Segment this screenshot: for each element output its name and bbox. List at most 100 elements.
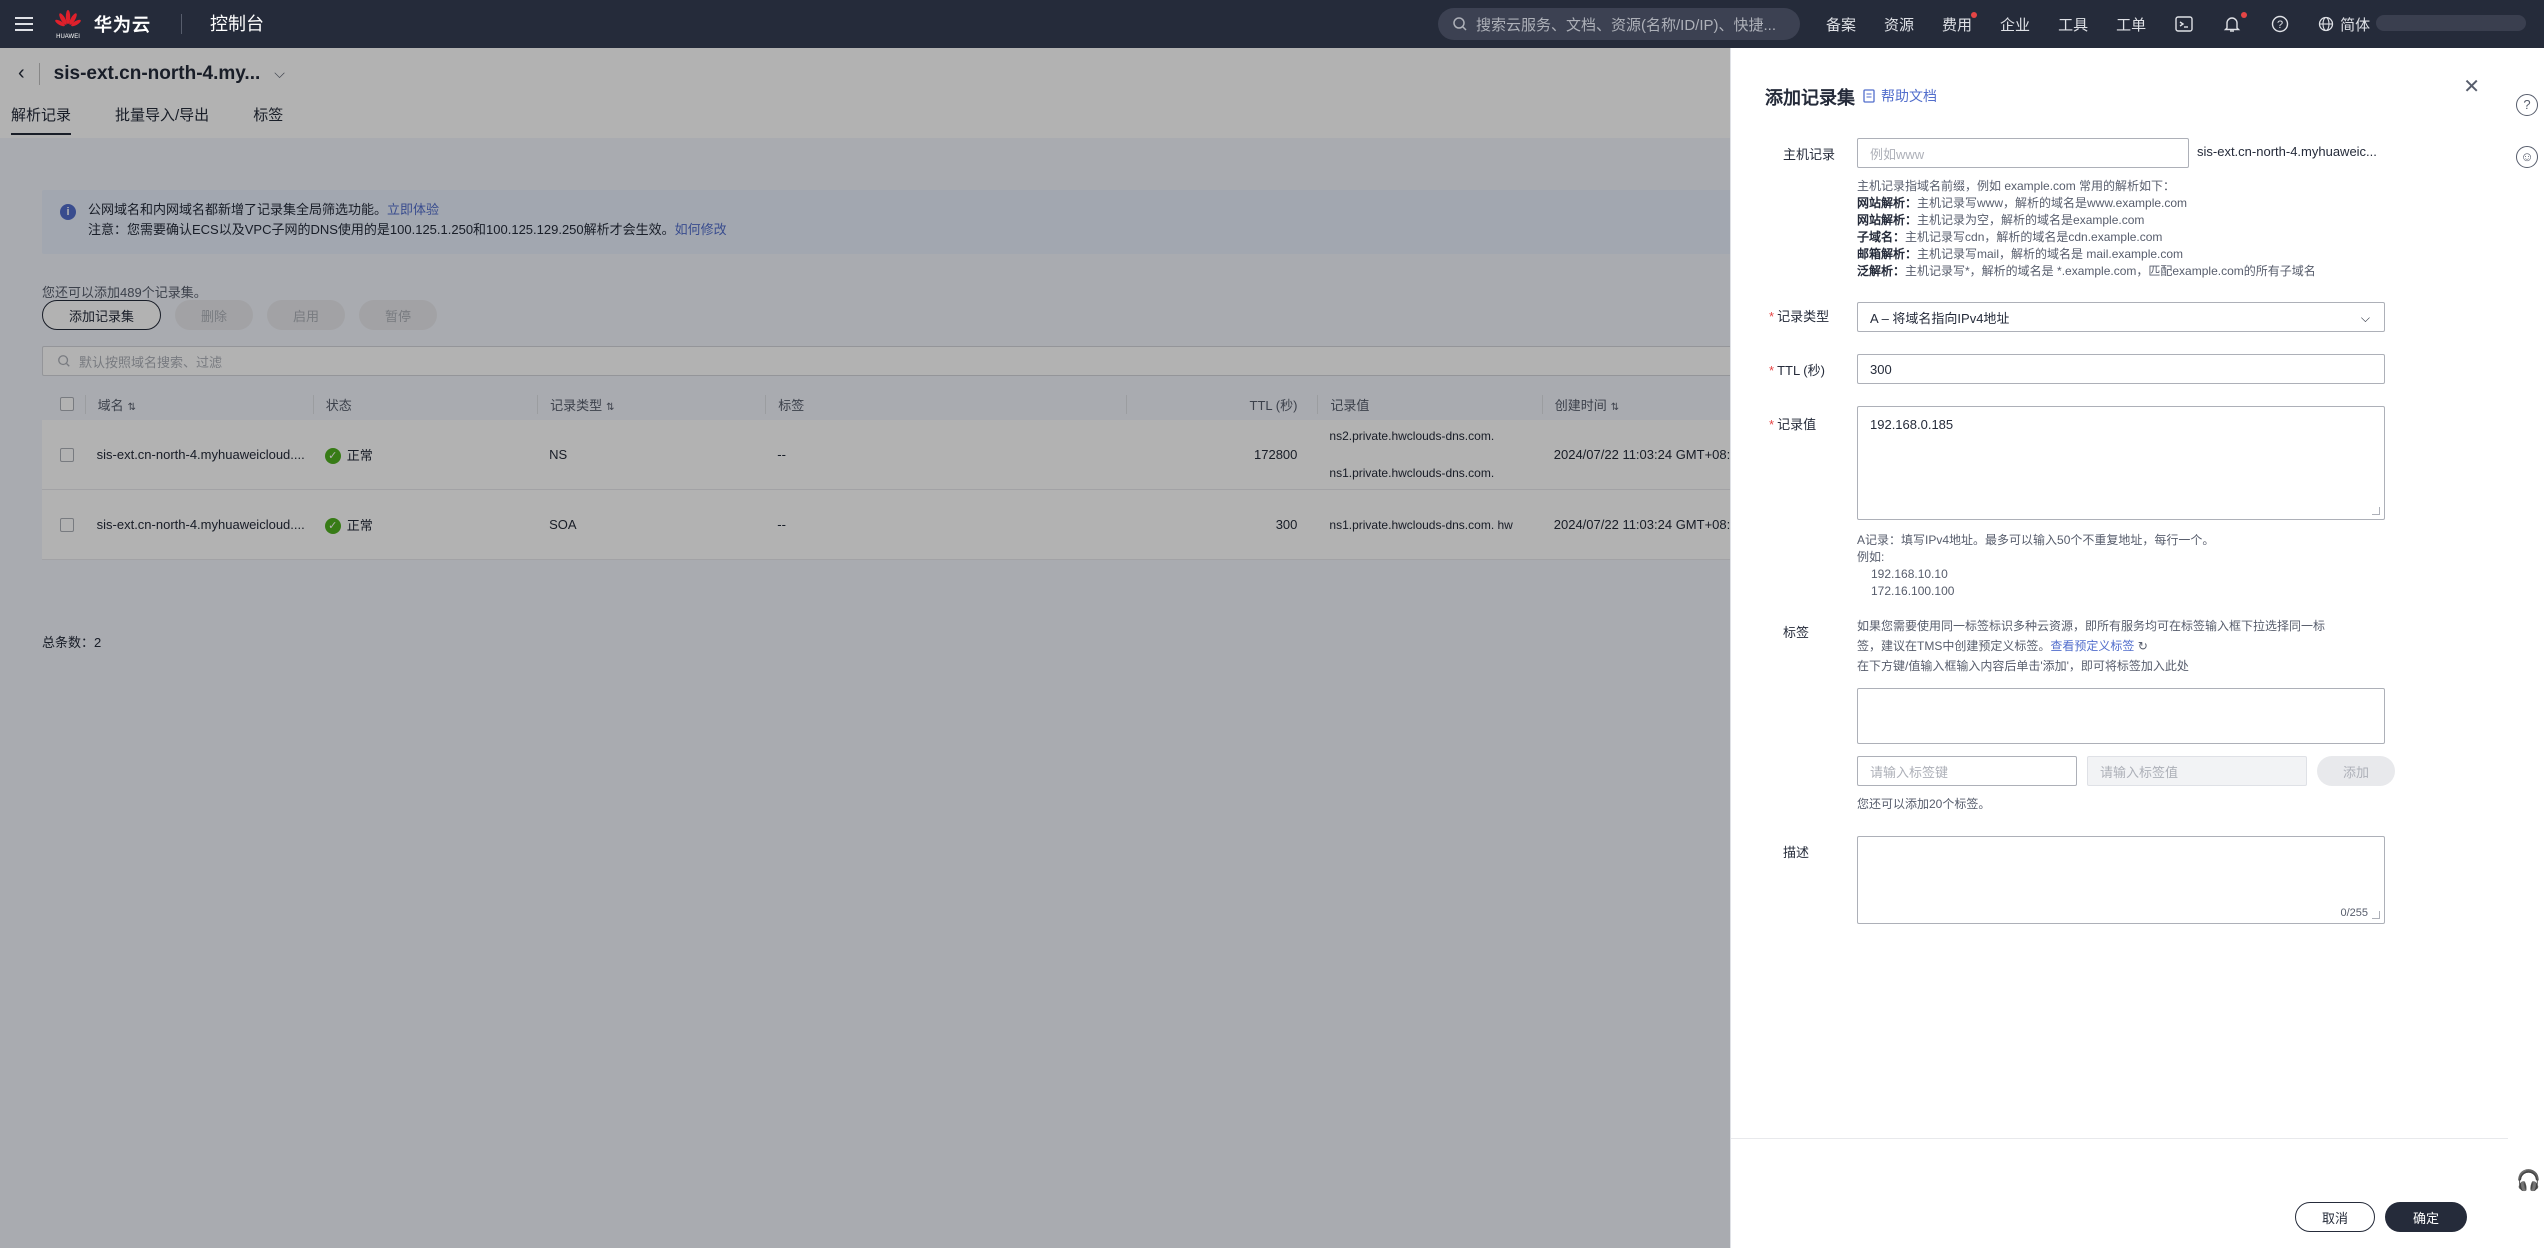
brand-name: 华为云: [94, 15, 151, 35]
host-hint-intro: 主机记录指域名前缀，例如 example.com 常用的解析如下：: [1857, 179, 2176, 193]
host-record-placeholder: 例如www: [1870, 146, 1925, 162]
host-hint-key: 邮箱解析：: [1857, 247, 1918, 261]
tags-hint-2: 签，建议在TMS中创建预定义标签。: [1857, 639, 2051, 653]
tags-label: 标签: [1783, 625, 1810, 640]
record-value-label: * 记录值: [1769, 414, 1816, 433]
nav-link-resources[interactable]: 资源: [1884, 14, 1914, 35]
top-links: 备案 资源 费用 企业 工具 工单 ? 简体: [1826, 0, 2370, 48]
host-hint-key: 网站解析：: [1857, 196, 1918, 210]
console-link[interactable]: 控制台: [181, 14, 264, 34]
language-label: 简体: [2340, 16, 2371, 34]
host-hint-value: 主机记录写www，解析的域名是www.example.com: [1917, 196, 2188, 210]
resize-handle-icon[interactable]: [2372, 507, 2380, 515]
document-icon: [1863, 89, 1875, 103]
tag-value-placeholder: 请输入标签值: [2100, 764, 2179, 780]
drawer-footer-divider: [1731, 1138, 2509, 1139]
host-hint-value: 主机记录为空，解析的域名是example.com: [1917, 213, 2145, 227]
top-navbar: HUAWEI 华为云 控制台 搜索云服务、文档、资源(名称/ID/IP)、快捷.…: [0, 0, 2544, 48]
required-mark: *: [1769, 363, 1775, 378]
tags-hint-3: 在下方键/值输入框输入内容后单击'添加'，即可将标签加入此处: [1857, 659, 2189, 673]
help-icon[interactable]: ?: [2270, 14, 2290, 34]
globe-icon: [2318, 16, 2334, 32]
bell-notification-dot: [2241, 12, 2248, 18]
nav-link-tools[interactable]: 工具: [2058, 14, 2088, 35]
notification-dot: [1971, 11, 1978, 18]
char-counter: 0/255: [2340, 907, 2368, 919]
svg-text:?: ?: [2277, 19, 2283, 31]
chevron-down-icon: ⌵: [2360, 311, 2370, 325]
add-record-set-drawer: 添加记录集 帮助文档 ✕ 主机记录 例如www sis-ext.cn-north…: [1730, 48, 2509, 1248]
host-hint-line: 泛解析：主机记录写*，解析的域名是 *.example.com，匹配exampl…: [1857, 263, 2417, 280]
host-hint-value: 主机记录写*，解析的域名是 *.example.com，匹配example.co…: [1905, 264, 2316, 278]
required-mark: *: [1769, 309, 1775, 324]
ttl-value: 300: [1870, 361, 1892, 377]
brand-small-text: HUAWEI: [56, 34, 80, 40]
record-value-label-text: 记录值: [1777, 417, 1817, 432]
tags-hint-1: 如果您需要使用同一标签标识多种云资源，即所有服务均可在标签输入框下拉选择同一标: [1857, 619, 2326, 633]
record-value-hint-2: 例如:: [1857, 550, 1885, 564]
record-type-value: A – 将域名指向IPv4地址: [1870, 310, 2010, 326]
smiley-icon[interactable]: ☺: [2516, 146, 2538, 168]
close-icon[interactable]: ✕: [2463, 74, 2480, 99]
ttl-label: * TTL (秒): [1769, 360, 1825, 379]
host-hint-value: 主机记录写mail，解析的域名是 mail.example.com: [1917, 247, 2184, 261]
utility-rail: ? ☺ 🎧: [2508, 48, 2544, 1248]
host-hint-key: 泛解析：: [1857, 264, 1906, 278]
record-value-text: 192.168.0.185: [1870, 417, 1954, 432]
record-type-label: * 记录类型: [1769, 306, 1829, 325]
record-value-hint-1: A记录：填写IPv4地址。最多可以输入50个不重复地址，每行一个。: [1857, 533, 2215, 547]
modal-backdrop[interactable]: [0, 48, 1730, 1248]
tag-value-input[interactable]: 请输入标签值: [2087, 756, 2307, 786]
tags-hint: 如果您需要使用同一标签标识多种云资源，即所有服务均可在标签输入框下拉选择同一标 …: [1857, 616, 2397, 676]
bell-icon[interactable]: [2222, 12, 2248, 34]
drawer-title: 添加记录集: [1765, 88, 1855, 108]
tags-quota: 您还可以添加20个标签。: [1857, 797, 1991, 811]
host-hint-key: 子域名：: [1857, 230, 1906, 244]
tag-key-placeholder: 请输入标签键: [1870, 764, 1949, 780]
nav-link-enterprise[interactable]: 企业: [2000, 14, 2030, 35]
host-hint-value: 主机记录写cdn，解析的域名是cdn.example.com: [1905, 230, 2163, 244]
host-record-hint: 主机记录指域名前缀，例如 example.com 常用的解析如下： 网站解析：主…: [1857, 178, 2417, 280]
host-record-label: 主机记录: [1783, 147, 1836, 162]
terminal-icon[interactable]: [2174, 14, 2194, 34]
domain-suffix: sis-ext.cn-north-4.myhuaweic...: [2197, 144, 2377, 159]
nav-link-icp[interactable]: 备案: [1826, 14, 1856, 35]
description-textarea[interactable]: 0/255: [1857, 836, 2385, 924]
ttl-label-text: TTL (秒): [1777, 363, 1825, 378]
predefined-tags-link[interactable]: 查看预定义标签: [2050, 639, 2134, 653]
record-value-textarea[interactable]: 192.168.0.185: [1857, 406, 2385, 520]
nav-link-billing[interactable]: 费用: [1942, 11, 1978, 35]
record-value-hint: A记录：填写IPv4地址。最多可以输入50个不重复地址，每行一个。 例如: 19…: [1857, 532, 2214, 600]
global-search-input[interactable]: 搜索云服务、文档、资源(名称/ID/IP)、快捷...: [1438, 8, 1800, 40]
tag-key-input[interactable]: 请输入标签键: [1857, 756, 2077, 786]
host-hint-key: 网站解析：: [1857, 213, 1918, 227]
add-tag-button[interactable]: 添加: [2317, 756, 2395, 786]
host-hint-line: 网站解析：主机记录为空，解析的域名是example.com: [1857, 212, 2417, 229]
host-hint-line: 网站解析：主机记录写www，解析的域名是www.example.com: [1857, 195, 2417, 212]
ttl-input[interactable]: 300: [1857, 354, 2385, 384]
huawei-logo-icon: HUAWEI: [52, 8, 84, 40]
nav-link-billing-label: 费用: [1942, 16, 1973, 34]
hamburger-menu-icon[interactable]: [0, 0, 48, 48]
help-doc-label: 帮助文档: [1881, 88, 1937, 104]
record-type-select[interactable]: A – 将域名指向IPv4地址 ⌵: [1857, 302, 2385, 332]
description-label: 描述: [1783, 845, 1810, 860]
cancel-button[interactable]: 取消: [2295, 1202, 2375, 1232]
record-value-hint-3: 192.168.10.10: [1871, 567, 1948, 581]
brand-logo[interactable]: HUAWEI 华为云: [52, 8, 151, 40]
record-value-hint-4: 172.16.100.100: [1871, 584, 1955, 598]
host-record-input[interactable]: 例如www: [1857, 138, 2189, 168]
refresh-icon[interactable]: ↻: [2138, 639, 2148, 653]
tags-container[interactable]: [1857, 688, 2385, 744]
help-doc-link[interactable]: 帮助文档: [1863, 86, 1937, 106]
headset-icon[interactable]: 🎧: [2516, 1168, 2541, 1193]
global-search-placeholder: 搜索云服务、文档、资源(名称/ID/IP)、快捷...: [1476, 16, 1777, 34]
record-type-label-text: 记录类型: [1777, 309, 1830, 324]
confirm-button[interactable]: 确定: [2385, 1202, 2467, 1232]
language-switcher[interactable]: 简体: [2318, 14, 2370, 35]
help-icon[interactable]: ?: [2516, 94, 2538, 116]
nav-link-tickets[interactable]: 工单: [2116, 14, 2146, 35]
required-mark: *: [1769, 417, 1775, 432]
resize-handle-icon[interactable]: [2372, 911, 2380, 919]
account-name[interactable]: [2376, 15, 2526, 31]
